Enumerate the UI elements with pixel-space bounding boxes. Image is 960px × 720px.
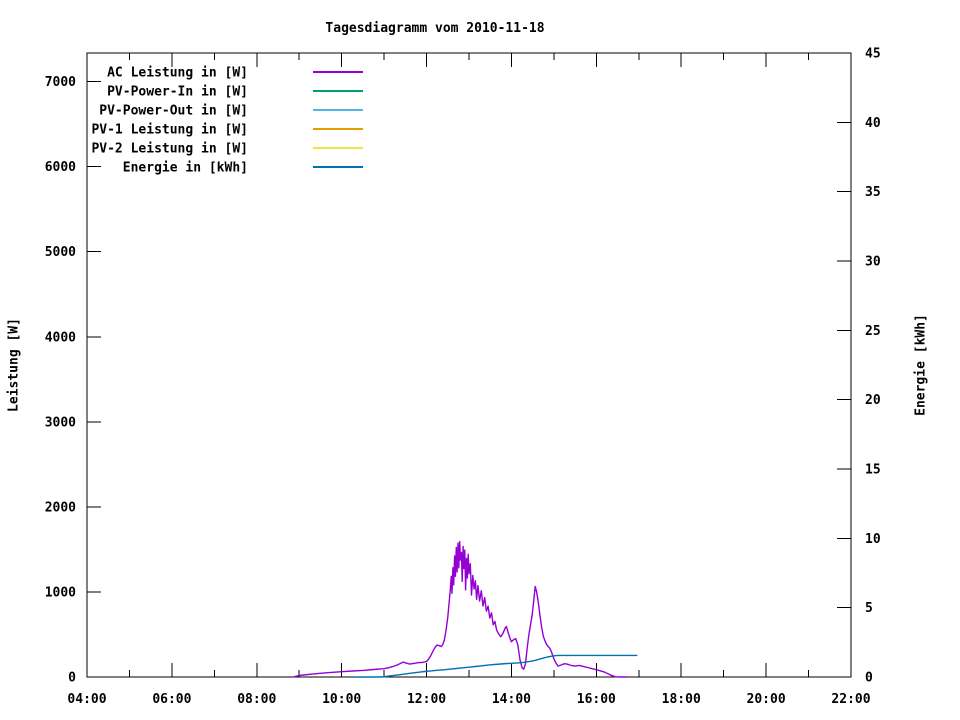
left-tick-label: 3000	[45, 415, 76, 430]
legend-label-pv-power-in-in-w: PV-Power-In in [W]	[107, 85, 248, 100]
x-tick-label: 12:00	[407, 692, 446, 707]
series-line-ac-leistung-in-w	[292, 540, 628, 678]
right-tick-label: 30	[865, 255, 881, 270]
legend-label-pv-1-leistung-in-w: PV-1 Leistung in [W]	[91, 123, 248, 138]
x-tick-label: 08:00	[237, 692, 276, 707]
right-tick-label: 25	[865, 324, 881, 339]
right-axis-labels: 0 5 10 15 20 25 30 35 40 45	[865, 47, 881, 686]
right-tick-label: 10	[865, 532, 881, 547]
left-axis-ticks	[87, 81, 101, 678]
left-tick-label: 6000	[45, 160, 76, 175]
right-tick-label: 40	[865, 116, 881, 131]
left-axis-labels: 0 1000 2000 3000 4000 5000 6000 7000	[45, 75, 76, 685]
x-tick-label: 06:00	[152, 692, 191, 707]
legend-label-pv-power-out-in-w: PV-Power-Out in [W]	[99, 104, 248, 119]
series-line-energie-in-kwh	[355, 654, 638, 678]
right-tick-label: 20	[865, 393, 881, 408]
right-tick-label: 35	[865, 185, 881, 200]
left-tick-label: 4000	[45, 330, 76, 345]
line-chart: 04:00 06:00 08:00 10:00 12:00 14:00 16:00 18:00…	[45, 47, 881, 708]
right-axis-ticks	[837, 52, 851, 678]
legend-label-energie-in-kwh: Energie in [kWh]	[123, 161, 248, 176]
right-tick-label: 45	[865, 47, 881, 62]
x-tick-label: 22:00	[831, 692, 870, 707]
x-tick-label: 14:00	[492, 692, 531, 707]
left-tick-label: 0	[68, 671, 76, 686]
x-tick-label: 10:00	[322, 692, 361, 707]
x-tick-label: 04:00	[67, 692, 106, 707]
left-tick-label: 5000	[45, 245, 76, 260]
legend-label-ac-leistung-in-w: AC Leistung in [W]	[107, 66, 248, 81]
x-tick-label: 20:00	[747, 692, 786, 707]
left-tick-label: 7000	[45, 75, 76, 90]
legend-label-pv-2-leistung-in-w: PV-2 Leistung in [W]	[91, 142, 248, 157]
right-tick-label: 5	[865, 601, 873, 616]
series-lines	[292, 540, 638, 678]
right-tick-label: 0	[865, 671, 873, 686]
left-tick-label: 1000	[45, 585, 76, 600]
left-tick-label: 2000	[45, 500, 76, 515]
legend: AC Leistung in [W] PV-Power-In in [W] PV-P…	[91, 66, 363, 176]
chart-page: Tagesdiagramm vom 2010-11-18 Leistung [W…	[0, 0, 960, 720]
x-tick-label: 18:00	[662, 692, 701, 707]
right-tick-label: 15	[865, 463, 881, 478]
x-tick-label: 16:00	[577, 692, 616, 707]
x-axis-labels: 04:00 06:00 08:00 10:00 12:00 14:00 16:00 18:00…	[67, 692, 870, 707]
